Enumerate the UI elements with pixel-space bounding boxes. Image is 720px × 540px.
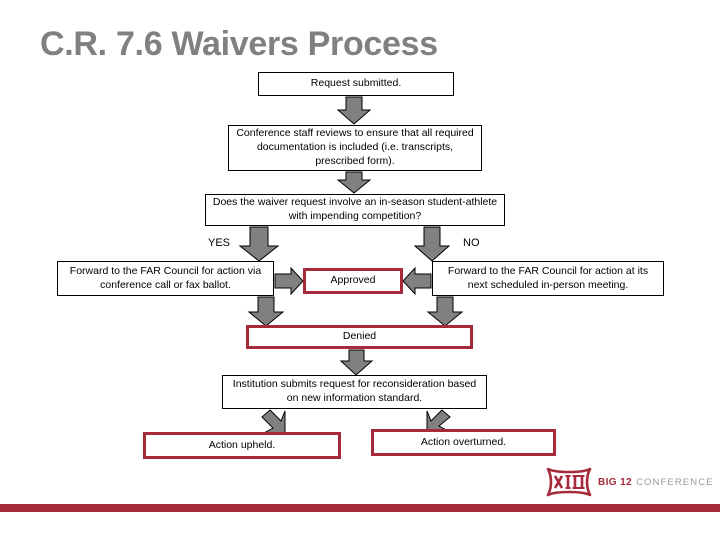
arrow-down-review-to-decision	[336, 171, 372, 194]
arrow-right-yes-to-approved	[274, 266, 304, 296]
flow-box-request-for-reconsideration[interactable]: Institution submits request for reconsid…	[222, 375, 487, 409]
flow-box-conference-staff-review[interactable]: Conference staff reviews to ensure that …	[228, 125, 482, 171]
branch-label-no: NO	[463, 237, 480, 249]
big12-logo-text: BIG 12 CONFERENCE	[598, 477, 714, 488]
flow-box-denied[interactable]: Denied	[246, 325, 473, 349]
arrow-down-denied-to-reconsideration	[339, 349, 374, 376]
flow-box-action-upheld[interactable]: Action upheld.	[143, 432, 341, 459]
arrow-down-request-to-review	[336, 96, 372, 125]
slide-canvas: C.R. 7.6 Waivers Process Request submitt…	[0, 0, 720, 540]
arrow-down-no-to-denied	[426, 296, 464, 327]
branch-label-yes: YES	[208, 237, 231, 249]
arrow-left-no-to-approved	[402, 266, 432, 296]
page-title: C.R. 7.6 Waivers Process	[40, 25, 438, 63]
flow-box-request-submitted[interactable]: Request submitted.	[258, 72, 454, 96]
bottom-accent-bar	[0, 504, 720, 512]
arrow-diagonal-to-action-overturned	[426, 409, 451, 432]
big12-conference-logo: BIG 12 CONFERENCE	[546, 466, 713, 498]
logo-big12-label: BIG 12	[598, 476, 633, 488]
logo-conference-label: CONFERENCE	[636, 476, 714, 488]
arrow-down-decision-to-yes	[238, 226, 280, 262]
flow-box-in-season-decision[interactable]: Does the waiver request involve an in-se…	[205, 194, 505, 226]
flow-box-far-council-conference-call[interactable]: Forward to the FAR Council for action vi…	[57, 261, 274, 296]
arrow-down-decision-to-no	[413, 226, 451, 262]
big12-logo-mark-icon	[546, 467, 592, 497]
flow-box-far-council-in-person-meeting[interactable]: Forward to the FAR Council for action at…	[432, 261, 664, 296]
arrow-down-yes-to-denied	[247, 296, 285, 327]
flow-box-approved[interactable]: Approved	[303, 268, 403, 294]
arrow-diagonal-to-action-upheld	[261, 409, 286, 434]
flow-box-action-overturned[interactable]: Action overturned.	[371, 429, 556, 456]
